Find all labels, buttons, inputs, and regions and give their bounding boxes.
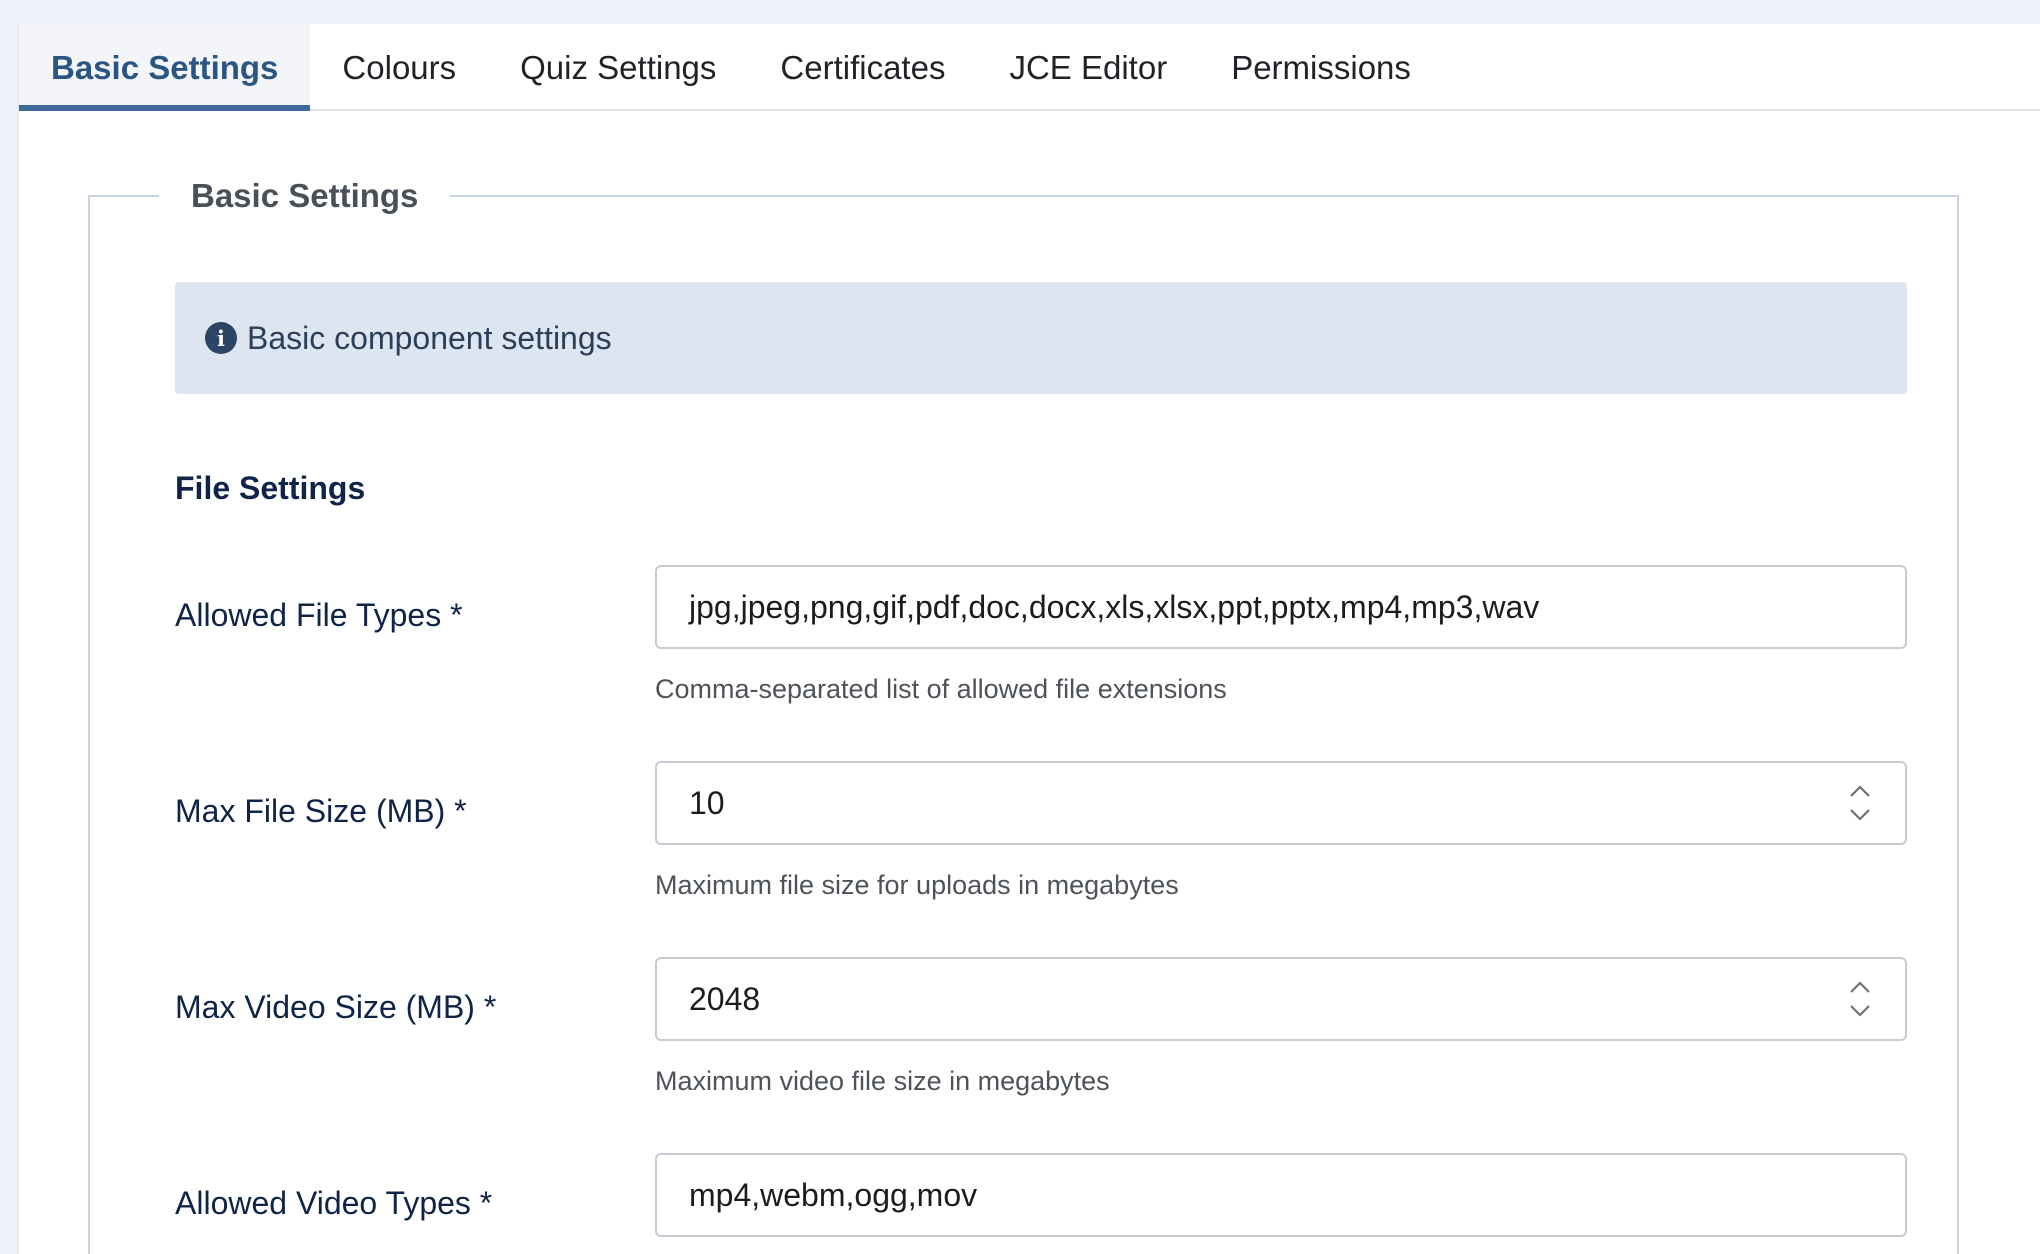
allowed-video-types-input[interactable]: mp4,webm,ogg,mov: [655, 1153, 1907, 1237]
tab-colours[interactable]: Colours: [310, 24, 488, 111]
settings-page: Basic Settings Colours Quiz Settings Cer…: [18, 24, 2040, 1254]
tab-quiz-settings[interactable]: Quiz Settings: [488, 24, 748, 111]
tab-bar: Basic Settings Colours Quiz Settings Cer…: [19, 24, 2040, 111]
chevron-down-icon[interactable]: [1849, 1004, 1871, 1018]
chevron-up-icon[interactable]: [1849, 980, 1871, 994]
tab-certificates[interactable]: Certificates: [748, 24, 977, 111]
max-video-size-input[interactable]: 2048: [655, 957, 1907, 1041]
info-alert: i Basic component settings: [175, 282, 1907, 394]
max-file-size-stepper[interactable]: [1847, 784, 1873, 822]
chevron-up-icon[interactable]: [1849, 784, 1871, 798]
max-file-size-value: 10: [689, 784, 725, 821]
allowed-file-types-help: Comma-separated list of allowed file ext…: [655, 674, 1227, 704]
info-alert-text: Basic component settings: [247, 319, 612, 356]
fieldset-legend: Basic Settings: [159, 174, 451, 218]
allowed-file-types-input[interactable]: jpg,jpeg,png,gif,pdf,doc,docx,xls,xlsx,p…: [655, 565, 1907, 649]
tab-permissions[interactable]: Permissions: [1199, 24, 1443, 111]
max-file-size-help: Maximum file size for uploads in megabyt…: [655, 870, 1179, 900]
info-icon: i: [205, 322, 237, 354]
max-file-size-label: Max File Size (MB) *: [175, 793, 467, 829]
allowed-file-types-label: Allowed File Types *: [175, 597, 463, 633]
chevron-down-icon[interactable]: [1849, 808, 1871, 822]
allowed-file-types-value: jpg,jpeg,png,gif,pdf,doc,docx,xls,xlsx,p…: [689, 588, 1540, 625]
allowed-video-types-label: Allowed Video Types *: [175, 1185, 493, 1221]
max-file-size-input[interactable]: 10: [655, 761, 1907, 845]
max-video-size-value: 2048: [689, 980, 761, 1017]
max-video-size-label: Max Video Size (MB) *: [175, 989, 497, 1025]
max-video-size-stepper[interactable]: [1847, 980, 1873, 1018]
max-video-size-help: Maximum video file size in megabytes: [655, 1066, 1110, 1096]
section-title-file-settings: File Settings: [175, 470, 366, 506]
tab-basic-settings[interactable]: Basic Settings: [19, 24, 311, 111]
allowed-video-types-value: mp4,webm,ogg,mov: [689, 1176, 978, 1213]
tab-jce-editor[interactable]: JCE Editor: [977, 24, 1199, 111]
